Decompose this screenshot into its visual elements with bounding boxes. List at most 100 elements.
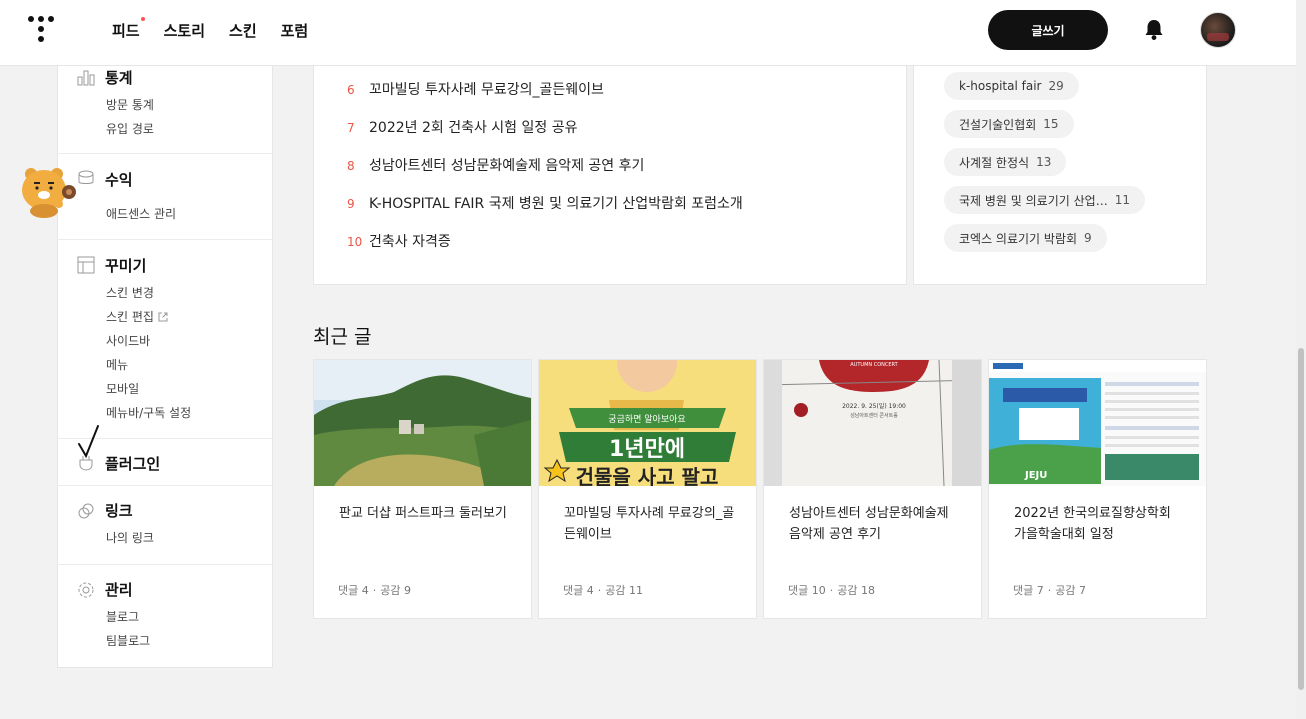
bar-chart-icon [77,70,95,86]
recent-posts-title: 최근 글 [313,326,372,348]
sidebar-link-skin-edit[interactable]: 스킨 편집 [106,308,168,325]
ryan-character-sticker [22,168,76,218]
post-title: 꼬마빌딩 투자사례 무료강의_골든웨이브 [564,506,735,542]
tag-chip[interactable]: 코엑스 의료기기 박람회 9 [944,224,1107,252]
popular-post-rank: 6 [347,83,355,97]
post-thumbnail-website-capture: JEJU [989,360,1206,486]
popular-post-item[interactable]: 8 성남아트센터 성남문화예술제 음악제 공연 후기 [347,155,644,175]
nav-story[interactable]: 스토리 [164,20,205,41]
tag-count: 9 [1084,231,1092,245]
user-avatar[interactable] [1200,12,1236,48]
tag-name: 코엑스 의료기기 박람회 [959,231,1078,246]
tag-name: k-hospital fair [959,79,1042,93]
like-count: 공감 18 [837,584,875,597]
nav-forum[interactable]: 포럼 [281,20,309,41]
sidebar-link-mobile[interactable]: 모바일 [106,380,139,397]
recent-post-card[interactable]: 판교 더샵 퍼스트파크 둘러보기 댓글 4 · 공감 9 [313,359,532,619]
new-indicator-dot [140,17,145,21]
scrollbar-thumb[interactable] [1298,348,1304,690]
popular-post-item[interactable]: 6 꼬마빌딩 투자사례 무료강의_골든웨이브 [347,79,604,99]
banner-big-text-2: 건물을 사고 팔고 [576,465,719,486]
post-thumbnail-landscape [314,360,531,486]
nav-feed[interactable]: 피드 [112,17,145,41]
recent-post-card[interactable]: AUTUMN CONCERT 2022. 9. 25(일) 19:00 성남아트… [763,359,982,619]
sidebar-link-menu[interactable]: 메뉴 [106,356,128,373]
sidebar-link-my-links[interactable]: 나의 링크 [106,529,154,546]
gear-icon [78,582,94,598]
sidebar-section-manage: 관리 블로그 팀블로그 [58,565,272,668]
jeju-text: JEJU [1024,470,1047,481]
post-thumbnail-concert-ticket: AUTUMN CONCERT 2022. 9. 25(일) 19:00 성남아트… [764,360,981,486]
tag-count: 13 [1036,155,1052,169]
sidebar-section-link: 링크 나의 링크 [58,486,272,565]
popular-post-title: 2022년 2회 건축사 시험 일정 공유 [369,120,578,136]
sidebar-link-skin-change[interactable]: 스킨 변경 [106,284,154,301]
sidebar-section-stats: 통계 방문 통계 유입 경로 [58,66,272,154]
popular-post-item[interactable]: 7 2022년 2회 건축사 시험 일정 공유 [347,117,577,137]
sidebar-link-skin-edit-label: 스킨 편집 [106,310,154,324]
popular-post-item[interactable]: 9 K-HOSPITAL FAIR 국제 병원 및 의료기기 산업박람회 포럼소개 [347,193,743,213]
post-title: 성남아트센터 성남문화예술제 음악제 공연 후기 [789,506,949,542]
tag-chip[interactable]: 건설기술인협회 15 [944,110,1074,138]
post-meta: 댓글 10 · 공감 18 [788,584,875,597]
comment-count: 댓글 4 [338,584,369,597]
write-post-button[interactable]: 글쓰기 [988,10,1108,50]
sidebar-section-decorate: 꾸미기 스킨 변경 스킨 편집 사이드바 메뉴 모바일 메뉴바/구독 설정 [58,240,272,439]
comment-count: 댓글 4 [563,584,594,597]
popular-post-title: 성남아트센터 성남문화예술제 음악제 공연 후기 [369,158,645,174]
comment-count: 댓글 10 [788,584,826,597]
concert-title-text: AUTUMN CONCERT [850,362,898,368]
tag-name: 건설기술인협회 [959,117,1037,132]
tag-count: 29 [1048,79,1064,93]
popular-post-rank: 10 [347,235,363,249]
sidebar-title-plugin[interactable]: 플러그인 [105,453,160,474]
tag-chip[interactable]: 사계절 한정식 13 [944,148,1067,176]
link-icon [78,503,94,519]
popular-posts-card: 6 꼬마빌딩 투자사례 무료강의_골든웨이브 7 2022년 2회 건축사 시험 일… [313,66,907,285]
tag-count: 11 [1114,193,1130,207]
recent-post-card[interactable]: 궁금하면 알아보아요 1년만에 건물을 사고 팔고 꼬마빌딩 투자사례 무료강의… [538,359,757,619]
sidebar-title-stats[interactable]: 통계 [105,67,133,88]
main-nav: 피드 스토리 스킨 포럼 [112,17,309,41]
popular-post-item[interactable]: 10 건축사 자격증 [347,231,451,251]
popular-post-title: 건축사 자격증 [369,234,451,250]
post-title: 2022년 한국의료질향상학회 가을학술대회 일정 [1014,506,1171,542]
tistory-logo-icon[interactable] [28,16,54,44]
popular-post-rank: 9 [347,197,355,211]
sidebar-section-revenue: 수익 애드센스 관리 [58,154,272,240]
banner-small-text: 궁금하면 알아보아요 [608,414,685,425]
popular-post-rank: 7 [347,121,355,135]
sidebar-link-menubar[interactable]: 메뉴바/구독 설정 [106,404,191,421]
sidebar-title-decorate[interactable]: 꾸미기 [105,255,146,276]
sidebar-link-referrer[interactable]: 유입 경로 [106,120,154,137]
like-count: 공감 7 [1055,584,1086,597]
sidebar-title-link[interactable]: 링크 [105,500,133,521]
sidebar-title-manage[interactable]: 관리 [105,579,133,600]
sidebar-link-adsense[interactable]: 애드센스 관리 [106,205,176,222]
concert-date-text: 2022. 9. 25(일) 19:00 [842,402,906,410]
tag-chip[interactable]: k-hospital fair 29 [944,72,1079,100]
checkmark-annotation [78,425,99,459]
sidebar-link-visit-stats[interactable]: 방문 통계 [106,96,154,113]
like-count: 공감 9 [380,584,411,597]
sidebar-link-blog[interactable]: 블로그 [106,608,139,625]
sidebar-link-sidebar[interactable]: 사이드바 [106,332,150,349]
tag-name: 사계절 한정식 [959,155,1030,170]
post-meta: 댓글 7 · 공감 7 [1013,584,1086,597]
recent-post-card[interactable]: JEJU 2022년 한국의료질향상학회 가을학술대회 일정 댓글 7 · 공감 7 [988,359,1207,619]
popular-post-rank: 8 [347,159,355,173]
tag-name: 국제 병원 및 의료기기 산업… [959,193,1108,208]
sidebar-title-revenue[interactable]: 수익 [105,169,133,190]
bell-icon[interactable] [1144,19,1164,41]
external-link-icon [158,312,168,322]
post-thumbnail-seminar-banner: 궁금하면 알아보아요 1년만에 건물을 사고 팔고 [539,360,756,486]
top-navigation-bar: 피드 스토리 스킨 포럼 글쓰기 [0,0,1296,66]
nav-skin[interactable]: 스킨 [229,20,257,41]
popular-post-title: 꼬마빌딩 투자사례 무료강의_골든웨이브 [369,82,604,98]
sidebar-link-team-blog[interactable]: 팀블로그 [106,632,150,649]
comment-count: 댓글 7 [1013,584,1044,597]
post-meta: 댓글 4 · 공감 9 [338,584,411,597]
tag-chip[interactable]: 국제 병원 및 의료기기 산업… 11 [944,186,1145,214]
popular-post-title: K-HOSPITAL FAIR 국제 병원 및 의료기기 산업박람회 포럼소개 [369,196,743,212]
layout-icon [77,256,95,274]
